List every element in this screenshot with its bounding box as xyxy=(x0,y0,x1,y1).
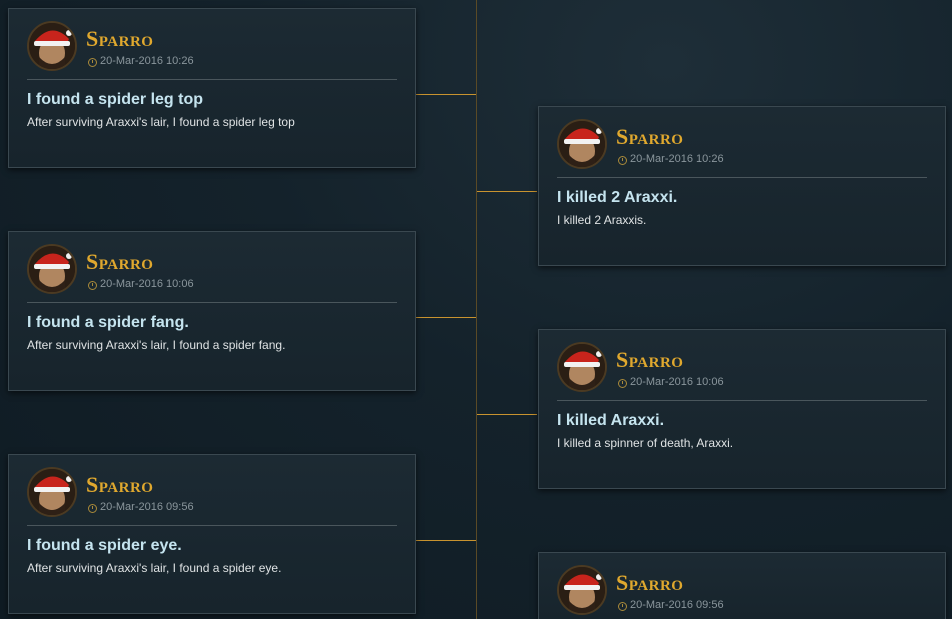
player-avatar-icon[interactable] xyxy=(27,467,77,517)
activity-post[interactable]: Sparro 20-Mar-2016 09:56 I found a spide… xyxy=(8,454,416,614)
player-avatar-icon[interactable] xyxy=(27,21,77,71)
player-avatar-icon[interactable] xyxy=(557,119,607,169)
activity-post[interactable]: Sparro 20-Mar-2016 10:26 I found a spide… xyxy=(8,8,416,168)
clock-icon xyxy=(88,281,97,290)
post-title: I killed Araxxi. xyxy=(557,412,665,429)
post-datetime: 20-Mar-2016 09:56 xyxy=(100,501,194,513)
post-body: After surviving Araxxi's lair, I found a… xyxy=(27,561,282,575)
author-name[interactable]: Sparro xyxy=(616,124,683,150)
activity-post[interactable]: Sparro 20-Mar-2016 10:06 I killed Araxxi… xyxy=(538,329,946,489)
post-title: I found a spider leg top xyxy=(27,91,203,108)
post-body: I killed 2 Araxxis. xyxy=(557,213,647,227)
divider xyxy=(27,302,397,303)
timeline-connector xyxy=(477,191,537,192)
activity-post[interactable]: Sparro 20-Mar-2016 10:06 I found a spide… xyxy=(8,231,416,391)
timeline-connector xyxy=(477,414,537,415)
post-datetime: 20-Mar-2016 10:06 xyxy=(630,376,724,388)
author-name[interactable]: Sparro xyxy=(616,570,683,596)
timeline-connector xyxy=(416,317,476,318)
activity-post[interactable]: Sparro 20-Mar-2016 10:26 I killed 2 Arax… xyxy=(538,106,946,266)
clock-icon xyxy=(88,504,97,513)
timeline-connector xyxy=(416,94,476,95)
post-title: I found a spider fang. xyxy=(27,314,189,331)
clock-icon xyxy=(618,379,627,388)
player-avatar-icon[interactable] xyxy=(557,342,607,392)
post-datetime: 20-Mar-2016 10:26 xyxy=(630,153,724,165)
post-title: I killed 2 Araxxi. xyxy=(557,189,678,206)
author-name[interactable]: Sparro xyxy=(616,347,683,373)
post-body: I killed a spinner of death, Araxxi. xyxy=(557,436,734,450)
activity-post[interactable]: Sparro 20-Mar-2016 09:56 xyxy=(538,552,946,619)
clock-icon xyxy=(618,602,627,611)
author-name[interactable]: Sparro xyxy=(86,249,153,275)
post-datetime: 20-Mar-2016 10:26 xyxy=(100,55,194,67)
player-avatar-icon[interactable] xyxy=(557,565,607,615)
clock-icon xyxy=(618,156,627,165)
player-avatar-icon[interactable] xyxy=(27,244,77,294)
post-datetime: 20-Mar-2016 09:56 xyxy=(630,599,724,611)
divider xyxy=(557,177,927,178)
timeline-connector xyxy=(416,540,476,541)
post-title: I found a spider eye. xyxy=(27,537,182,554)
divider xyxy=(27,79,397,80)
clock-icon xyxy=(88,58,97,67)
divider xyxy=(557,400,927,401)
timeline-line xyxy=(476,0,477,619)
author-name[interactable]: Sparro xyxy=(86,26,153,52)
divider xyxy=(27,525,397,526)
post-body: After surviving Araxxi's lair, I found a… xyxy=(27,115,295,129)
post-body: After surviving Araxxi's lair, I found a… xyxy=(27,338,286,352)
author-name[interactable]: Sparro xyxy=(86,472,153,498)
post-datetime: 20-Mar-2016 10:06 xyxy=(100,278,194,290)
